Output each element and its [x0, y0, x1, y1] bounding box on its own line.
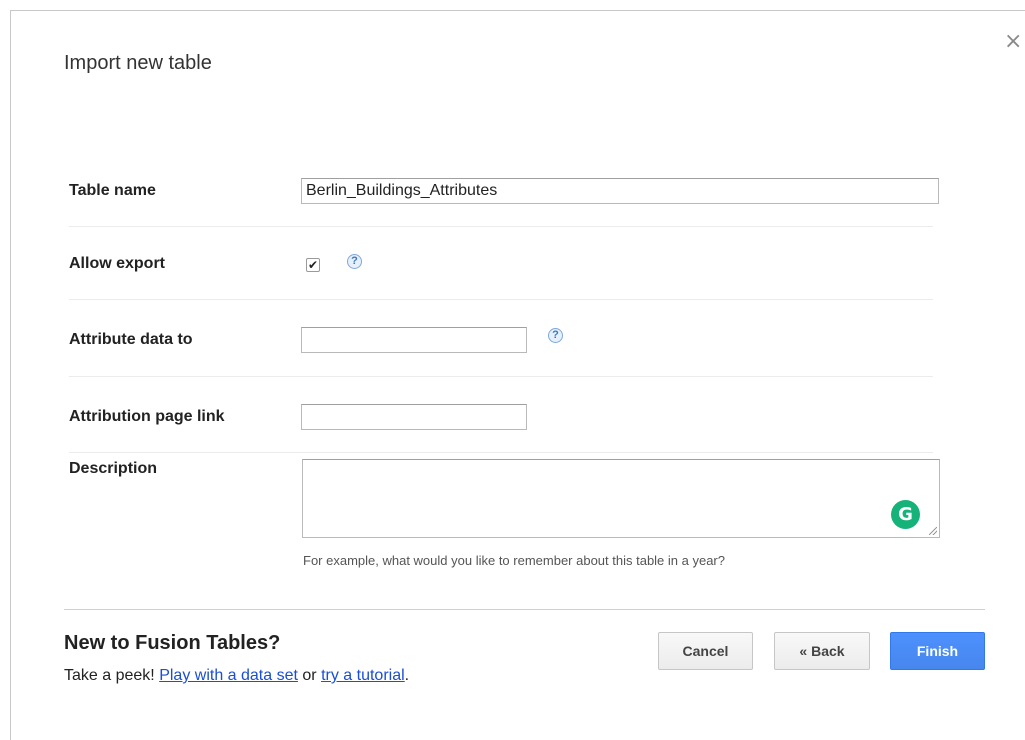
description-textarea[interactable]: G — [302, 459, 940, 538]
row-separator — [69, 376, 933, 377]
promo-prefix: Take a peek! — [64, 667, 155, 684]
attribute-data-to-input[interactable] — [301, 327, 527, 353]
import-table-dialog: × — [10, 10, 1025, 740]
attribute-data-to-label: Attribute data to — [69, 331, 193, 348]
allow-export-label: Allow export — [69, 255, 166, 272]
attribution-page-link-input[interactable] — [301, 404, 527, 430]
allow-export-help-icon[interactable]: ? — [347, 254, 362, 269]
promo-title: New to Fusion Tables? — [64, 632, 281, 654]
cancel-button[interactable]: Cancel — [658, 632, 753, 670]
table-name-label: Table name — [69, 182, 156, 199]
description-label: Description — [69, 460, 158, 477]
close-icon[interactable]: × — [1004, 31, 1022, 53]
table-name-input[interactable] — [301, 178, 939, 204]
try-a-tutorial-link[interactable]: try a tutorial — [321, 667, 405, 684]
allow-export-checkbox[interactable]: ✔ — [306, 258, 320, 272]
attribution-page-link-label: Attribution page link — [69, 408, 225, 425]
attribute-data-to-help-icon[interactable]: ? — [548, 328, 563, 343]
row-separator — [69, 226, 933, 227]
grammarly-icon[interactable]: G — [891, 500, 920, 529]
resize-handle[interactable] — [929, 527, 937, 535]
row-separator — [69, 299, 933, 300]
back-button[interactable]: « Back — [774, 632, 870, 670]
promo-suffix: . — [404, 667, 410, 684]
footer-divider — [64, 609, 985, 610]
promo-middle: or — [302, 667, 317, 684]
dialog-title: Import new table — [64, 52, 212, 74]
description-hint: For example, what would you like to reme… — [303, 553, 725, 568]
promo-text: Take a peek! Play with a data set or try… — [64, 667, 409, 685]
finish-button[interactable]: Finish — [890, 632, 985, 670]
play-with-data-set-link[interactable]: Play with a data set — [159, 667, 298, 684]
row-separator — [69, 452, 933, 453]
